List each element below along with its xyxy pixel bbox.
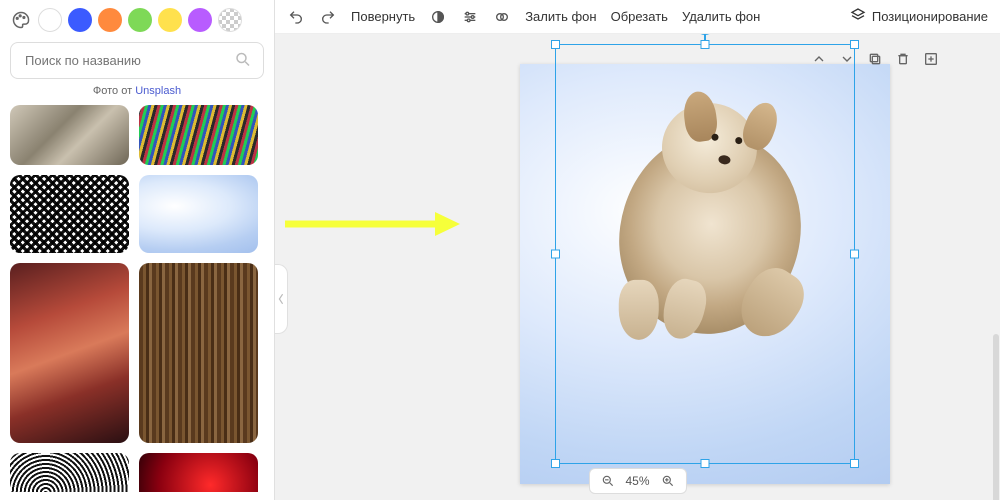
bg-thumb[interactable] (10, 105, 129, 165)
redo-icon[interactable] (319, 8, 337, 26)
bg-thumb[interactable] (139, 453, 258, 492)
resize-handle[interactable] (551, 459, 560, 468)
rotate-handle[interactable] (695, 34, 715, 35)
remove-bg-button[interactable]: Удалить фон (682, 9, 760, 24)
positioning-label: Позиционирование (872, 9, 988, 24)
resize-handle[interactable] (551, 250, 560, 259)
color-swatch-row (10, 8, 264, 32)
annotation-arrow (280, 204, 460, 244)
delete-icon[interactable] (894, 50, 912, 68)
bg-thumb[interactable] (139, 263, 258, 443)
toolbar: Повернуть Залить фон Обрезать Удалить фо… (275, 0, 1000, 34)
contrast-icon[interactable] (429, 8, 447, 26)
fill-bg-button[interactable]: Залить фон (525, 9, 596, 24)
undo-icon[interactable] (287, 8, 305, 26)
color-swatch-white[interactable] (38, 8, 62, 32)
credit-link[interactable]: Unsplash (135, 85, 181, 97)
bg-thumb[interactable] (10, 175, 129, 253)
resize-handle[interactable] (850, 459, 859, 468)
resize-handle[interactable] (701, 459, 710, 468)
zoom-control: 45% (588, 468, 686, 494)
adjust-icon[interactable] (461, 8, 479, 26)
canvas-area[interactable]: 45% (275, 34, 1000, 500)
zoom-out-icon[interactable] (599, 473, 615, 489)
copy-icon[interactable] (866, 50, 884, 68)
bg-thumb[interactable] (10, 263, 129, 443)
overlap-icon[interactable] (493, 8, 511, 26)
zoom-in-icon[interactable] (660, 473, 676, 489)
search-box (10, 42, 264, 79)
zoom-value: 45% (625, 474, 649, 488)
palette-icon[interactable] (10, 9, 32, 31)
photo-credit: Фото от Unsplash (10, 85, 264, 97)
resize-handle[interactable] (850, 250, 859, 259)
color-swatch-orange[interactable] (98, 8, 122, 32)
credit-prefix: Фото от (93, 85, 135, 97)
add-icon[interactable] (922, 50, 940, 68)
positioning-button[interactable]: Позиционирование (850, 7, 988, 26)
sidebar: Фото от Unsplash (0, 0, 275, 500)
foreground-subject[interactable] (620, 134, 800, 334)
layers-icon (850, 7, 866, 26)
color-swatch-purple[interactable] (188, 8, 212, 32)
crop-button[interactable]: Обрезать (611, 9, 668, 24)
resize-handle[interactable] (850, 40, 859, 49)
resize-handle[interactable] (701, 40, 710, 49)
color-swatch-transparent[interactable] (218, 8, 242, 32)
layer-up-icon[interactable] (810, 50, 828, 68)
rotate-button[interactable]: Повернуть (351, 9, 415, 24)
bg-thumb[interactable] (139, 105, 258, 165)
panel-collapse-tab[interactable] (275, 264, 288, 334)
layer-down-icon[interactable] (838, 50, 856, 68)
background-thumbnails (10, 105, 264, 492)
color-swatch-blue[interactable] (68, 8, 92, 32)
main-area: Повернуть Залить фон Обрезать Удалить фо… (275, 0, 1000, 500)
search-icon (234, 50, 252, 71)
color-swatch-yellow[interactable] (158, 8, 182, 32)
layer-tools (810, 50, 940, 68)
bg-thumb[interactable] (139, 175, 258, 253)
bg-thumb[interactable] (10, 453, 129, 492)
resize-handle[interactable] (551, 40, 560, 49)
color-swatch-green[interactable] (128, 8, 152, 32)
search-input[interactable] (10, 42, 264, 79)
scrollbar-vertical[interactable] (993, 334, 999, 500)
